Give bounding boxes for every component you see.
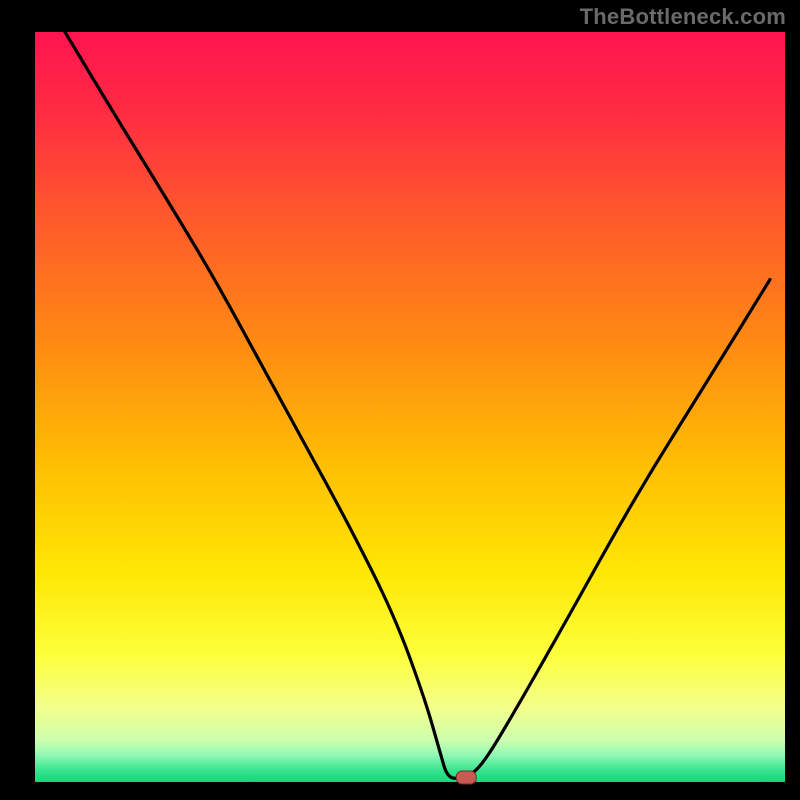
bottleneck-chart xyxy=(0,0,800,800)
optimal-marker xyxy=(456,771,476,784)
chart-frame: TheBottleneck.com xyxy=(0,0,800,800)
plot-area xyxy=(35,32,785,782)
